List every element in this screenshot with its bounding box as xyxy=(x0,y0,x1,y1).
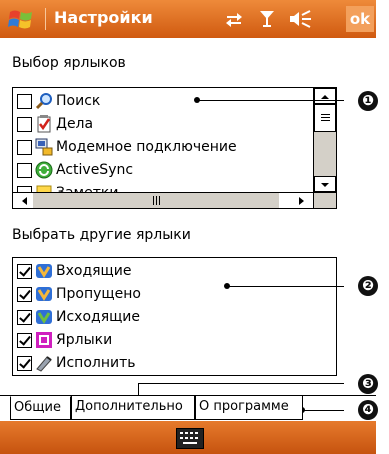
arrow-up-icon xyxy=(321,95,329,99)
scroll-corner xyxy=(313,192,336,208)
checkbox[interactable] xyxy=(17,139,32,155)
checkbox-checked[interactable] xyxy=(17,263,32,279)
checkbox-checked[interactable] xyxy=(17,309,32,325)
list-item[interactable]: Пропущено xyxy=(17,283,141,305)
windows-start-icon[interactable] xyxy=(8,7,34,31)
shortcuts-icon xyxy=(36,332,52,348)
checkbox-checked[interactable] xyxy=(17,355,32,371)
connectivity-icon[interactable] xyxy=(224,9,244,29)
callout-badge-4: ❹ xyxy=(358,400,378,420)
arrow-right-icon[interactable] xyxy=(295,195,307,207)
outgoing-icon xyxy=(36,310,52,324)
inbox-icon xyxy=(36,264,52,278)
callout-dot-2 xyxy=(224,283,230,289)
list-item-label: Входящие xyxy=(56,263,132,279)
list-item-label: Пропущено xyxy=(56,286,141,302)
callout-badge-2: ❷ xyxy=(358,276,378,296)
list-item-label: Исполнить xyxy=(56,355,136,371)
callout-badge-3: ❸ xyxy=(358,374,378,394)
tab-advanced[interactable]: Дополнительно xyxy=(71,396,195,420)
title-separator xyxy=(45,8,46,30)
horizontal-scrollbar[interactable] xyxy=(13,192,313,208)
tab-about[interactable]: О программе xyxy=(195,396,303,420)
title-bar: Настройки ok xyxy=(0,0,376,38)
callout-badge-1: ❶ xyxy=(358,91,378,111)
tasks-icon xyxy=(37,115,51,133)
scroll-up-button[interactable] xyxy=(314,88,336,104)
list-item[interactable]: Исходящие xyxy=(17,306,140,328)
callout-dot-1 xyxy=(194,97,200,103)
list-item[interactable]: Поиск xyxy=(17,90,100,112)
list-item-label: Модемное подключение xyxy=(56,139,237,155)
list-item[interactable]: Дела xyxy=(17,113,93,135)
scroll-track[interactable] xyxy=(314,132,336,176)
grip-icon xyxy=(321,114,330,121)
ok-button[interactable]: ok xyxy=(346,6,374,32)
shortcut-selection-label: Выбор ярлыков xyxy=(12,55,126,71)
hscroll-track[interactable] xyxy=(33,193,279,208)
list-item[interactable]: Входящие xyxy=(17,260,131,282)
callout-line-1 xyxy=(197,100,344,101)
list-item[interactable]: ActiveSync xyxy=(17,159,133,181)
modem-icon xyxy=(35,138,53,156)
signal-icon[interactable] xyxy=(258,9,276,29)
arrow-left-icon[interactable] xyxy=(19,195,31,207)
missed-icon xyxy=(36,287,52,301)
list-item[interactable]: Ярлыки xyxy=(17,329,112,351)
scroll-thumb[interactable] xyxy=(314,104,336,132)
callout-line-3-vertical xyxy=(138,383,139,395)
arrow-down-icon xyxy=(321,183,329,187)
run-icon xyxy=(36,356,52,372)
checkbox[interactable] xyxy=(17,93,32,109)
callout-line-4 xyxy=(302,410,344,411)
vertical-scrollbar[interactable] xyxy=(313,88,336,192)
list-item-label: Ярлыки xyxy=(56,332,113,348)
checkbox-checked[interactable] xyxy=(17,332,32,348)
list-item-label: Поиск xyxy=(56,93,101,109)
scroll-down-button[interactable] xyxy=(314,176,336,192)
other-shortcuts-label: Выбрать другие ярлыки xyxy=(12,227,191,243)
other-shortcut-list: Входящие Пропущено Исходящие Ярлыки Испо… xyxy=(12,257,337,376)
list-item-label: Исходящие xyxy=(56,309,141,325)
shortcut-list: Поиск Дела Модемное подключение ActiveSy… xyxy=(12,87,337,209)
list-item-label: Дела xyxy=(56,116,94,132)
checkbox[interactable] xyxy=(17,162,32,178)
grip-icon xyxy=(153,196,160,205)
checkbox-checked[interactable] xyxy=(17,286,32,302)
keyboard-icon[interactable] xyxy=(176,428,204,449)
callout-line-3 xyxy=(138,383,344,384)
bottom-menu-bar xyxy=(0,421,376,454)
search-icon xyxy=(35,93,52,110)
list-item[interactable]: Исполнить xyxy=(17,352,136,374)
volume-icon[interactable] xyxy=(288,9,314,29)
callout-line-2 xyxy=(227,286,344,287)
checkbox[interactable] xyxy=(17,116,32,132)
list-item-label: ActiveSync xyxy=(56,162,134,178)
page-title: Настройки xyxy=(54,8,153,27)
list-item[interactable]: Модемное подключение xyxy=(17,136,237,158)
tab-general[interactable]: Общие xyxy=(10,396,71,420)
activesync-icon xyxy=(35,161,53,179)
